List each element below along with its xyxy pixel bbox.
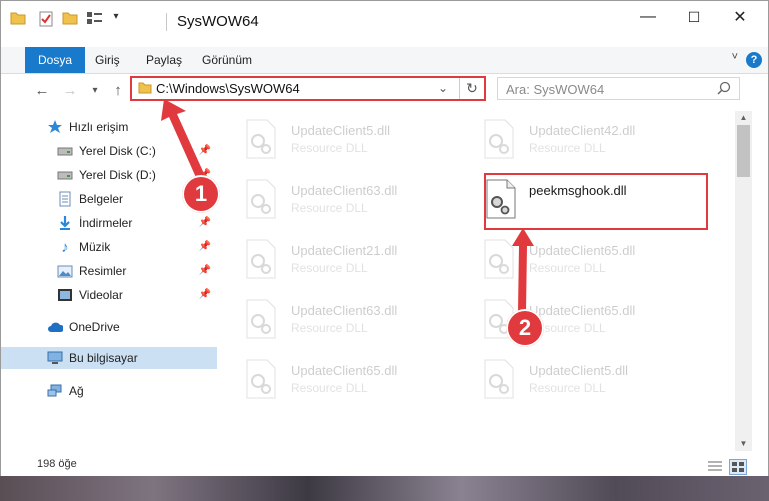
step-marker-1: 1	[182, 175, 220, 213]
arrow-2	[512, 228, 534, 312]
annotation-arrows	[161, 99, 534, 312]
arrow-1	[161, 99, 206, 182]
step-marker-2: 2	[506, 309, 544, 347]
